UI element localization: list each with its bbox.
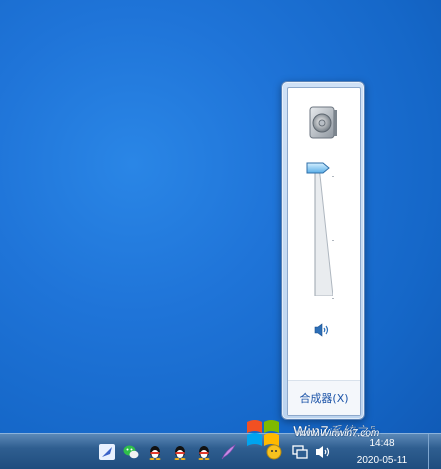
volume-tick [332,298,334,299]
show-desktop-button[interactable] [428,434,441,469]
messenger-icon[interactable] [266,444,282,460]
qq-icon[interactable] [172,444,188,460]
volume-slider-track[interactable] [313,166,333,296]
quill-icon[interactable] [220,444,236,460]
volume-icon[interactable] [315,444,331,460]
clock-time: 14:48 [369,438,395,449]
wechat-icon[interactable] [123,444,139,460]
volume-flyout-panel: 合成器(X) [287,87,361,416]
volume-tick [332,240,334,241]
mute-speaker-icon[interactable] [314,323,330,337]
mixer-link[interactable]: 合成器(X) [299,390,348,406]
volume-flyout: 合成器(X) [281,81,365,420]
volume-slider-thumb[interactable] [306,162,330,174]
watermark-url: www.Winwin7.com [296,428,380,439]
feather-icon[interactable] [99,444,115,460]
speaker-device-icon[interactable] [308,106,338,139]
network-icon[interactable] [292,444,308,460]
taskbar-clock[interactable]: 14:48 2020-05-11 [346,434,418,469]
volume-tick [332,176,334,177]
clock-date: 2020-05-11 [356,455,408,466]
desktop [0,0,441,433]
qq-icon[interactable] [196,444,212,460]
qq-icon[interactable] [147,444,163,460]
volume-flyout-footer: 合成器(X) [288,380,360,415]
